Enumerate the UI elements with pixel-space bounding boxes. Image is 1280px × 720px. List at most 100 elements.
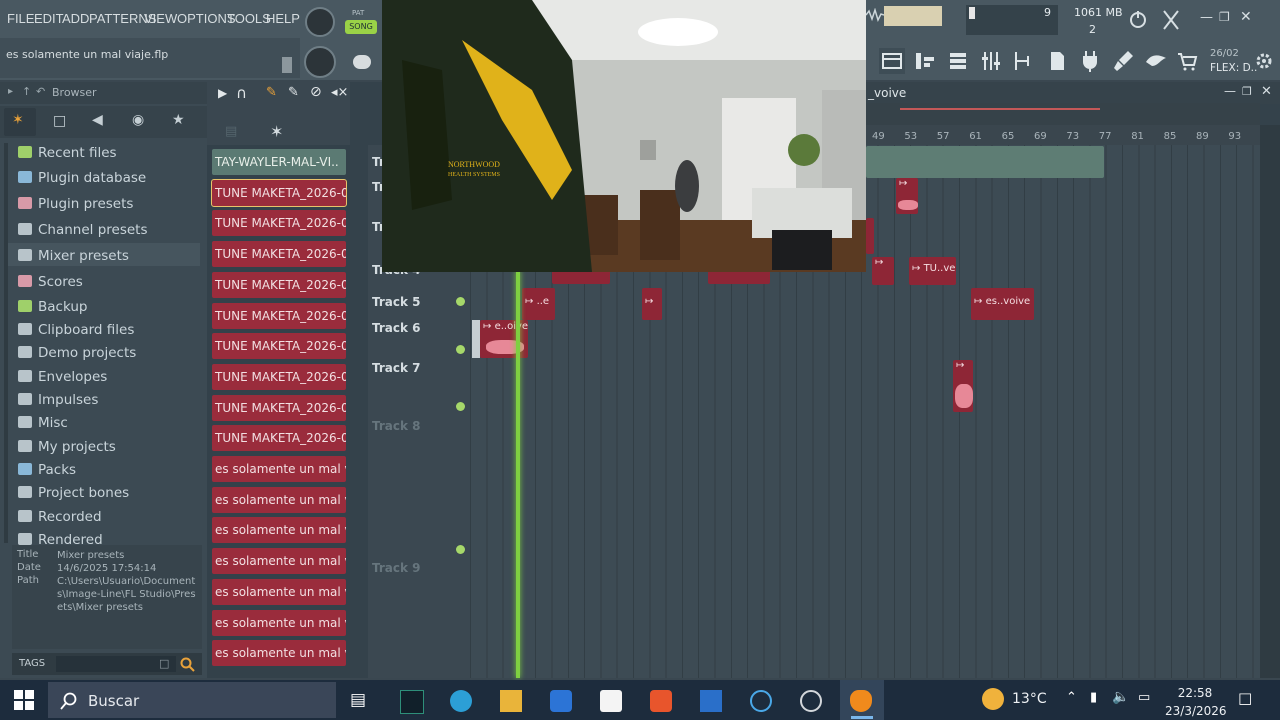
weather-temperature[interactable]: 13°C — [1012, 691, 1047, 707]
up-arrow-icon[interactable]: ↑ — [22, 85, 31, 98]
clip-source-item[interactable]: es solamente un mal viaj.. — [212, 609, 346, 636]
browser-item[interactable]: Demo projects — [18, 345, 136, 361]
channel-rack-icon[interactable] — [945, 48, 971, 74]
tags-input[interactable] — [56, 656, 176, 672]
paint-icon[interactable]: ✎ — [288, 85, 299, 100]
audio-clip-track4d[interactable]: ↦ TU..ve — [909, 257, 956, 285]
plugin-picker-icon[interactable] — [1011, 48, 1037, 74]
tray-chevron-icon[interactable]: ⌃ — [1066, 690, 1077, 705]
news-text[interactable]: FLEX: D.. — [1210, 62, 1257, 74]
browser-all-tab[interactable]: ✶ — [4, 108, 36, 136]
clip-source-item[interactable]: TUNE MAKETA_2026-03-.. — [212, 302, 346, 329]
playlist-close-icon[interactable]: ✕ — [1261, 84, 1272, 99]
audio-clip-track4c[interactable]: ↦ — [872, 257, 894, 285]
clip-source-item[interactable]: TUNE MAKETA_2026-03-.. — [212, 241, 346, 268]
browser-item[interactable]: Scores — [18, 274, 83, 290]
audio-clip-track5b[interactable]: ↦ — [642, 288, 662, 320]
menu-file[interactable]: FILE — [7, 11, 34, 26]
audio-clip-track5a[interactable]: ↦ ..e — [522, 288, 555, 320]
plugin-icon[interactable] — [1077, 48, 1103, 74]
clip-source-item[interactable]: TUNE MAKETA_2026-03-.. — [212, 363, 346, 390]
browser-item[interactable]: Plugin database — [18, 170, 146, 186]
settings-icon[interactable] — [1256, 53, 1272, 69]
clip-source-item[interactable]: es solamente un mal viaj.. — [212, 548, 346, 575]
brush-icon[interactable] — [1110, 48, 1136, 74]
back-icon[interactable]: ↶ — [36, 85, 45, 98]
track-5-mute-led[interactable] — [456, 297, 465, 306]
browser-item[interactable]: Envelopes — [18, 369, 107, 385]
menu-edit[interactable]: EDIT — [34, 11, 64, 26]
clip-source-item[interactable]: es solamente un mal viaj.. — [212, 517, 346, 544]
store-icon[interactable] — [600, 690, 622, 712]
playlist-maximize-icon[interactable]: ❐ — [1242, 85, 1252, 98]
browser-item[interactable]: Mixer presets — [18, 248, 129, 264]
browser-item[interactable]: Channel presets — [18, 222, 148, 238]
network-icon[interactable]: ▭ — [1138, 690, 1150, 705]
clip-source-item[interactable]: TUNE MAKETA_2026-03-.. — [212, 333, 346, 360]
clip-source-item[interactable]: TUNE MAKETA_2026-03-.. — [212, 210, 346, 237]
folder-icon[interactable]: □ — [159, 657, 169, 670]
mixer-icon[interactable] — [978, 48, 1004, 74]
master-volume-knob[interactable] — [305, 7, 335, 37]
browser-item[interactable]: Clipboard files — [18, 322, 134, 338]
file-icon[interactable] — [1044, 48, 1070, 74]
task-view-icon[interactable]: ▤ — [350, 690, 366, 710]
minimize-icon[interactable]: — — [1200, 10, 1213, 25]
scissors-icon[interactable] — [1161, 9, 1181, 31]
battery-icon[interactable]: ▮ — [1090, 690, 1097, 705]
playlist-minimize-icon[interactable]: — — [1224, 84, 1236, 98]
obs-icon[interactable] — [800, 690, 822, 712]
bird-icon[interactable] — [1143, 48, 1169, 74]
ccleaner-icon[interactable] — [750, 690, 772, 712]
browser-item[interactable]: Recorded — [18, 509, 102, 525]
clip-source-item[interactable]: TAY-WAYLER-MAL-VI.. — [212, 149, 346, 175]
clip-source-item[interactable]: TUNE MAKETA_2026-03-.. — [211, 178, 347, 207]
close-icon[interactable]: ✕ — [1240, 9, 1252, 25]
playlist-icon[interactable] — [879, 48, 905, 74]
brave-icon[interactable] — [650, 690, 672, 712]
refresh-icon[interactable] — [1128, 10, 1148, 30]
clip-source-item[interactable]: TUNE MAKETA_2026-03-.. — [212, 271, 346, 298]
capcut-icon[interactable] — [400, 690, 424, 714]
track-6-mute-led[interactable] — [456, 345, 465, 354]
delete-icon[interactable]: ⊘ — [310, 84, 322, 100]
restore-icon[interactable]: ❐ — [1219, 10, 1230, 24]
menu-add[interactable]: ADD — [62, 11, 89, 26]
master-pitch-knob[interactable] — [304, 46, 336, 78]
search-icon[interactable] — [180, 657, 196, 673]
clip-source-item[interactable]: TUNE MAKETA_2026-03-.. — [212, 394, 346, 421]
browser-scrollbar[interactable] — [4, 143, 8, 543]
outlook-icon[interactable] — [550, 690, 572, 712]
fl-studio-icon[interactable] — [850, 690, 872, 712]
song-mode-toggle[interactable]: SONG — [345, 20, 377, 34]
playlist-play-icon[interactable]: ▶ — [218, 86, 227, 100]
mute-icon[interactable]: ◂× — [331, 85, 348, 100]
playlist-scrollbar[interactable] — [1260, 125, 1280, 678]
magnet-icon[interactable]: ∩ — [236, 84, 247, 102]
file-tab-icon[interactable]: □ — [53, 113, 66, 129]
record-toggle[interactable] — [353, 55, 371, 69]
speaker-tab-icon[interactable]: ◀ — [92, 112, 103, 128]
clip-source-item[interactable]: es solamente un mal viaj.. — [212, 486, 346, 513]
notifications-icon[interactable]: □ — [1238, 689, 1252, 707]
audio-clip-track5c[interactable]: ↦ es..voive — [971, 288, 1034, 320]
browser-item[interactable]: Misc — [18, 415, 68, 431]
taskbar-clock[interactable]: 22:58 23/3/2026 — [1165, 684, 1227, 720]
browser-item[interactable]: My projects — [18, 439, 116, 455]
star-tab-icon[interactable]: ★ — [172, 112, 185, 128]
browser-item[interactable]: Project bones — [18, 485, 129, 501]
track-8-mute-led[interactable] — [456, 545, 465, 554]
media-player-icon[interactable] — [700, 690, 722, 712]
browser-item[interactable]: Packs — [18, 462, 76, 478]
audio-clip-track3[interactable] — [866, 218, 874, 254]
clip-source-item[interactable]: es solamente un mal viaj.. — [212, 640, 346, 667]
menu-help[interactable]: HELP — [266, 11, 300, 26]
piano-roll-icon[interactable] — [912, 48, 938, 74]
audio-clip-icon[interactable]: ✶ — [270, 122, 283, 141]
playlist-overview[interactable] — [866, 103, 1260, 125]
playhead[interactable] — [516, 270, 520, 678]
cart-icon[interactable] — [1174, 48, 1200, 74]
browser-item[interactable]: Backup — [18, 299, 88, 315]
track-7-mute-led[interactable] — [456, 402, 465, 411]
browser-item[interactable]: Impulses — [18, 392, 98, 408]
